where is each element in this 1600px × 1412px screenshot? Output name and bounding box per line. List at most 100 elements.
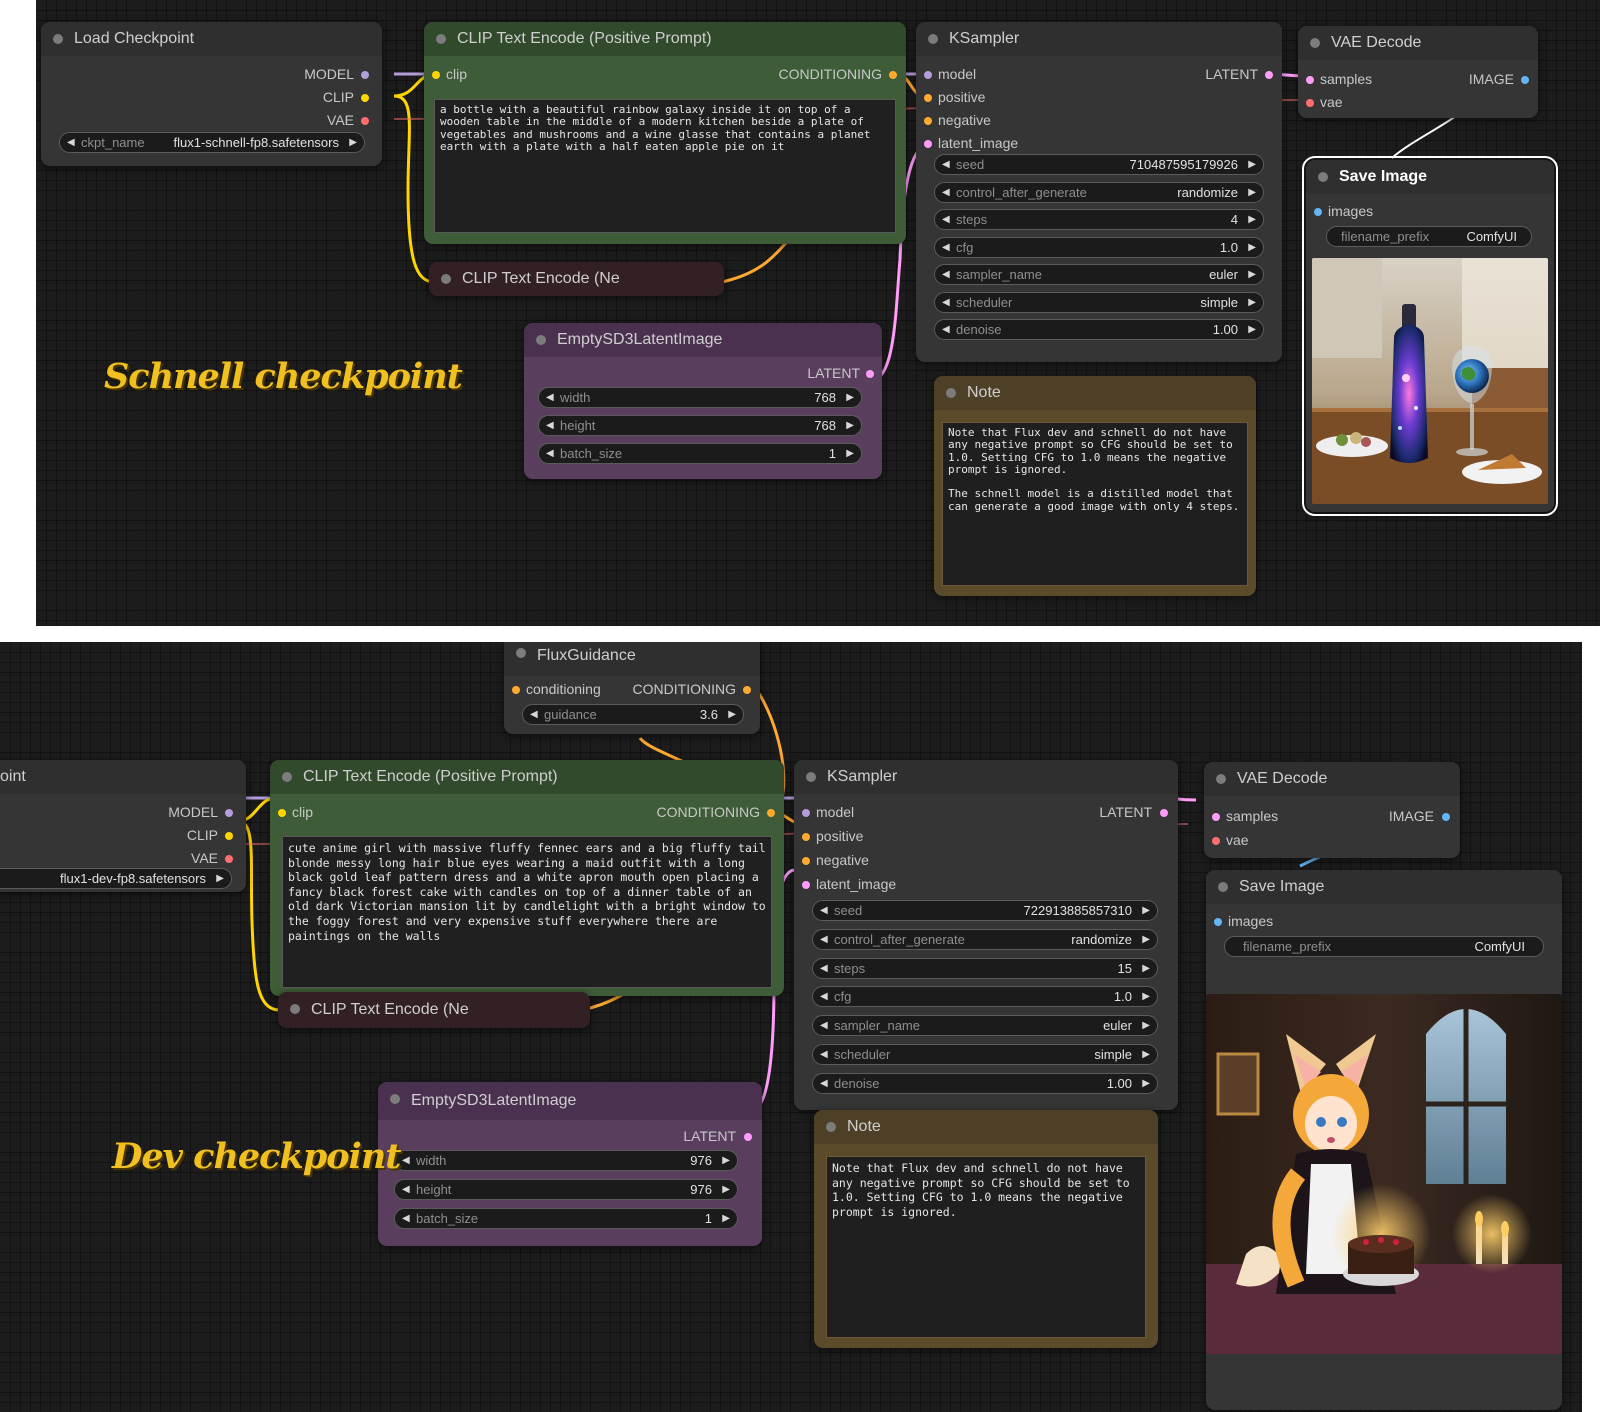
conditioning-output-socket[interactable] <box>743 686 751 694</box>
latent-output-socket[interactable] <box>1160 809 1168 817</box>
ksampler-widget-sampler-name[interactable]: ◀ sampler_name euler ▶ <box>934 264 1264 285</box>
vae-socket[interactable] <box>225 855 233 863</box>
images-input-socket[interactable] <box>1314 208 1322 216</box>
empty-latent-image-node[interactable]: EmptySD3LatentImage LATENT ◀ width 976 ▶… <box>378 1082 762 1246</box>
increment-icon[interactable]: ▶ <box>1248 293 1256 312</box>
filename-prefix-widget[interactable]: filename_prefix ComfyUI <box>1326 226 1532 247</box>
latent-socket[interactable] <box>744 1133 752 1141</box>
increment-icon[interactable]: ▶ <box>1248 320 1256 339</box>
latent-input-socket[interactable] <box>924 140 932 148</box>
increment-icon[interactable]: ▶ <box>1248 183 1256 202</box>
ksampler-widget-denoise[interactable]: ◀ denoise 1.00 ▶ <box>812 1072 1158 1094</box>
note-node[interactable]: Note Note that Flux dev and schnell do n… <box>814 1110 1158 1348</box>
increment-icon[interactable]: ▶ <box>1142 901 1150 920</box>
increment-icon[interactable]: ▶ <box>846 388 854 407</box>
decrement-icon[interactable]: ◀ <box>402 1209 410 1228</box>
ckpt-name-widget[interactable]: ◀ ckpt_name flux1-schnell-fp8.safetensor… <box>59 132 365 153</box>
decrement-icon[interactable]: ◀ <box>546 416 554 435</box>
save-image-node[interactable]: Save Image images filename_prefix ComfyU… <box>1206 870 1562 1410</box>
latent-socket[interactable] <box>866 370 874 378</box>
decrement-icon[interactable]: ◀ <box>942 265 950 284</box>
note-node[interactable]: Note Note that Flux dev and schnell do n… <box>934 376 1256 596</box>
increment-icon[interactable]: ▶ <box>1142 1016 1150 1035</box>
model-input-socket[interactable] <box>802 809 810 817</box>
negative-input-socket[interactable] <box>802 857 810 865</box>
increment-icon[interactable]: ▶ <box>1248 238 1256 257</box>
model-socket[interactable] <box>361 71 369 79</box>
conditioning-socket[interactable] <box>889 71 897 79</box>
decrement-icon[interactable]: ◀ <box>942 155 950 174</box>
samples-input-socket[interactable] <box>1212 813 1220 821</box>
negative-input-socket[interactable] <box>924 117 932 125</box>
ksampler-widget-sampler-name[interactable]: ◀ sampler_name euler ▶ <box>812 1015 1158 1037</box>
ksampler-widget-cfg[interactable]: ◀ cfg 1.0 ▶ <box>812 986 1158 1008</box>
decrement-icon[interactable]: ◀ <box>820 901 828 920</box>
note-textarea[interactable]: Note that Flux dev and schnell do not ha… <box>826 1156 1146 1338</box>
decrement-icon[interactable]: ◀ <box>942 210 950 229</box>
decrement-icon[interactable]: ◀ <box>546 388 554 407</box>
ksampler-widget-scheduler[interactable]: ◀ scheduler simple ▶ <box>812 1044 1158 1065</box>
generated-image-preview[interactable] <box>1312 258 1548 504</box>
decrement-icon[interactable]: ◀ <box>402 1151 410 1170</box>
model-input-socket[interactable] <box>924 71 932 79</box>
batch-size-widget[interactable]: ◀ batch_size 1 ▶ <box>538 443 862 464</box>
ksampler-widget-seed[interactable]: ◀ seed 710487595179926 ▶ <box>934 154 1264 175</box>
increment-icon[interactable]: ▶ <box>722 1151 730 1170</box>
decrement-icon[interactable]: ◀ <box>820 1074 828 1093</box>
latent-output-socket[interactable] <box>1265 71 1273 79</box>
clip-text-encode-positive-node[interactable]: CLIP Text Encode (Positive Prompt) clip … <box>270 760 784 996</box>
ksampler-widget-cfg[interactable]: ◀ cfg 1.0 ▶ <box>934 236 1264 258</box>
vae-decode-node[interactable]: VAE Decode samples vae IMAGE <box>1204 762 1460 858</box>
schnell-workflow-canvas[interactable]: Load Checkpoint MODEL CLIP VAE ◀ ckpt_na… <box>36 0 1600 626</box>
ksampler-widget-denoise[interactable]: ◀ denoise 1.00 ▶ <box>934 319 1264 340</box>
filename-prefix-widget[interactable]: filename_prefix ComfyUI <box>1224 936 1544 957</box>
width-widget[interactable]: ◀ width 976 ▶ <box>394 1150 738 1171</box>
ksampler-node[interactable]: KSampler model LATENT positive negative … <box>794 760 1178 1110</box>
ksampler-widget-scheduler[interactable]: ◀ scheduler simple ▶ <box>934 291 1264 313</box>
decrement-icon[interactable]: ◀ <box>942 183 950 202</box>
flux-guidance-node[interactable]: FluxGuidance conditioning CONDITIONING ◀… <box>504 642 760 734</box>
ckpt-name-widget[interactable]: flux1-dev-fp8.safetensors ▶ <box>0 868 232 889</box>
ksampler-widget-steps[interactable]: ◀ steps 4 ▶ <box>934 209 1264 230</box>
increment-icon[interactable]: ▶ <box>1142 987 1150 1006</box>
ksampler-widget-steps[interactable]: ◀ steps 15 ▶ <box>812 957 1158 979</box>
ksampler-node[interactable]: KSampler model LATENT positive negative … <box>916 22 1282 362</box>
increment-icon[interactable]: ▶ <box>846 444 854 463</box>
width-widget[interactable]: ◀ width 768 ▶ <box>538 387 862 408</box>
decrement-icon[interactable]: ◀ <box>820 1045 828 1064</box>
increment-icon[interactable]: ▶ <box>722 1209 730 1228</box>
conditioning-input-socket[interactable] <box>512 686 520 694</box>
increment-icon[interactable]: ▶ <box>728 705 736 724</box>
prompt-textarea[interactable]: cute anime girl with massive fluffy fenn… <box>282 836 772 988</box>
increment-icon[interactable]: ▶ <box>1142 959 1150 978</box>
height-widget[interactable]: ◀ height 768 ▶ <box>538 415 862 436</box>
prompt-textarea[interactable]: a bottle with a beautiful rainbow galaxy… <box>434 99 896 233</box>
load-checkpoint-node[interactable]: Load Checkpoint MODEL CLIP VAE ◀ ckpt_na… <box>41 22 382 166</box>
vae-input-socket[interactable] <box>1306 99 1314 107</box>
increment-icon[interactable]: ▶ <box>216 869 224 888</box>
guidance-widget[interactable]: ◀ guidance 3.6 ▶ <box>522 704 744 725</box>
decrement-icon[interactable]: ◀ <box>942 238 950 257</box>
clip-text-encode-negative-node[interactable]: CLIP Text Encode (Ne <box>278 992 590 1028</box>
decrement-icon[interactable]: ◀ <box>820 1016 828 1035</box>
clip-text-encode-positive-node[interactable]: CLIP Text Encode (Positive Prompt) clip … <box>424 22 906 244</box>
increment-icon[interactable]: ▶ <box>846 416 854 435</box>
ksampler-widget-seed[interactable]: ◀ seed 722913885857310 ▶ <box>812 900 1158 921</box>
increment-icon[interactable]: ▶ <box>349 133 357 152</box>
decrement-icon[interactable]: ◀ <box>546 444 554 463</box>
conditioning-socket[interactable] <box>767 809 775 817</box>
increment-icon[interactable]: ▶ <box>1248 210 1256 229</box>
clip-input-socket[interactable] <box>278 809 286 817</box>
decrement-icon[interactable]: ◀ <box>820 930 828 949</box>
dev-workflow-canvas[interactable]: FluxGuidance conditioning CONDITIONING ◀… <box>0 642 1582 1412</box>
increment-icon[interactable]: ▶ <box>1142 1045 1150 1064</box>
decrement-icon[interactable]: ◀ <box>67 133 75 152</box>
model-socket[interactable] <box>225 809 233 817</box>
increment-icon[interactable]: ▶ <box>722 1180 730 1199</box>
empty-latent-image-node[interactable]: EmptySD3LatentImage LATENT ◀ width 768 ▶… <box>524 323 882 479</box>
save-image-node[interactable]: Save Image images filename_prefix ComfyU… <box>1302 156 1558 516</box>
increment-icon[interactable]: ▶ <box>1248 265 1256 284</box>
clip-input-socket[interactable] <box>432 71 440 79</box>
note-textarea[interactable]: Note that Flux dev and schnell do not ha… <box>942 422 1248 586</box>
height-widget[interactable]: ◀ height 976 ▶ <box>394 1179 738 1200</box>
